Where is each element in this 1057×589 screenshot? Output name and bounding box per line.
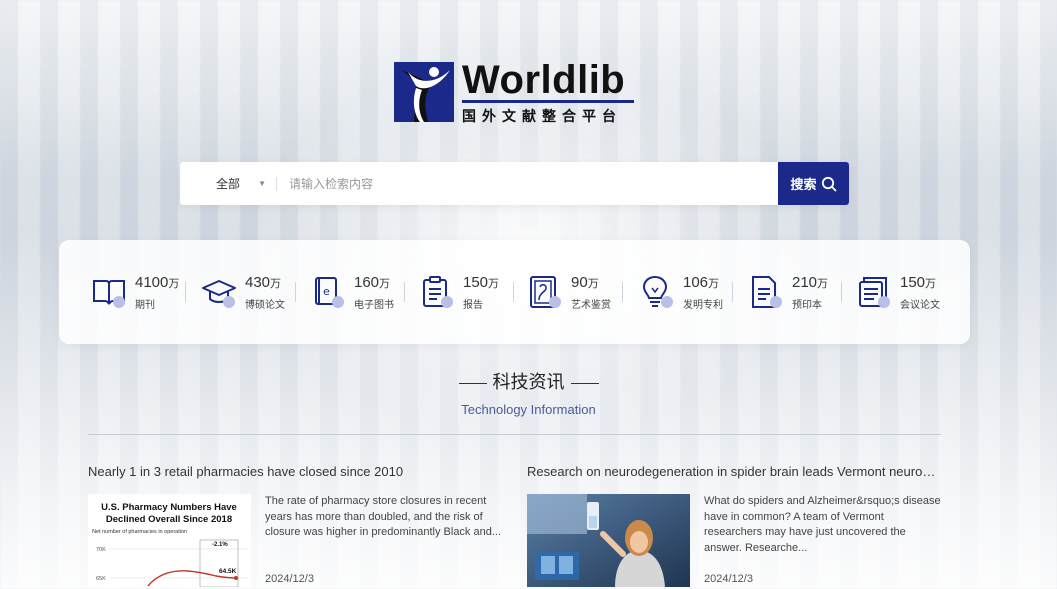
brand-subtitle: 国外文献整合平台 — [462, 108, 622, 124]
search-scope-value: 全部 — [216, 177, 241, 191]
news-thumbnail-lab-photo[interactable] — [527, 494, 690, 587]
svg-text:-2.1%: -2.1% — [212, 542, 228, 548]
news-summary: What do spiders and Alzheimer&rsquo;s di… — [704, 495, 941, 554]
stat-number: 150万 — [463, 273, 500, 291]
stat-number: 430万 — [245, 273, 282, 291]
stat-number: 160万 — [354, 273, 391, 291]
stat-number: 90万 — [571, 273, 599, 291]
stat-number: 150万 — [900, 273, 937, 291]
search-button-label: 搜索 — [790, 177, 817, 192]
worldlib-logo[interactable]: Worldlib 国外文献整合平台 — [394, 58, 639, 124]
svg-text:65K: 65K — [96, 576, 106, 582]
svg-text:U.S. Pharmacy Numbers Have: U.S. Pharmacy Numbers Have — [101, 502, 237, 513]
search-button[interactable]: 搜索 — [778, 162, 849, 205]
news-item[interactable]: Research on neurodegeneration in spider … — [527, 464, 941, 589]
stat-separator — [841, 282, 842, 302]
caret-down-icon: ▼ — [258, 179, 266, 188]
svg-text:64.5K: 64.5K — [219, 568, 237, 575]
stat-periodical[interactable]: 4100万 期刊 — [91, 270, 179, 314]
section-subtitle: Technology Information — [461, 402, 596, 417]
section-title: 科技资讯 — [0, 368, 1057, 394]
svg-text:Declined Overall Since 2018: Declined Overall Since 2018 — [106, 514, 232, 525]
stat-label: 预印本 — [792, 299, 822, 311]
brand-name: Worldlib — [462, 58, 626, 102]
stat-label: 博硕论文 — [245, 299, 285, 311]
news-summary: The rate of pharmacy store closures in r… — [265, 495, 502, 538]
news-headline[interactable]: Nearly 1 in 3 retail pharmacies have clo… — [88, 464, 502, 479]
search-icon — [821, 176, 836, 191]
stat-report[interactable]: 150万 报告 — [419, 270, 499, 314]
news-item[interactable]: Nearly 1 in 3 retail pharmacies have clo… — [88, 464, 502, 589]
stat-preprint[interactable]: 210万 预印本 — [748, 270, 828, 314]
stat-label: 电子图书 — [354, 299, 394, 311]
resource-stats-card: 4100万 期刊 430万 博硕论文 e 160万 电子图书 150万 报告 9… — [59, 240, 970, 344]
stat-number: 106万 — [683, 273, 720, 291]
stat-separator — [513, 282, 514, 302]
stat-number: 210万 — [792, 273, 829, 291]
stat-label: 会议论文 — [900, 299, 940, 311]
svg-text:e: e — [323, 285, 330, 298]
section-divider — [88, 434, 941, 435]
search-scope-select[interactable]: 全部 ▼ — [180, 162, 276, 205]
stat-label: 艺术鉴赏 — [571, 299, 611, 311]
stat-art[interactable]: 90万 艺术鉴赏 — [527, 270, 611, 314]
svg-text:70K: 70K — [96, 547, 106, 553]
stat-separator — [622, 282, 623, 302]
logo-emblem-icon — [394, 62, 454, 122]
stat-thesis[interactable]: 430万 博硕论文 — [201, 270, 285, 314]
stat-number: 4100万 — [135, 273, 180, 291]
news-date: 2024/12/3 — [704, 573, 753, 585]
stat-separator — [295, 282, 296, 302]
stat-ebook[interactable]: e 160万 电子图书 — [310, 270, 394, 314]
stat-patent[interactable]: 106万 发明专利 — [639, 270, 723, 314]
stat-separator — [185, 282, 186, 302]
stat-label: 报告 — [463, 299, 483, 311]
stat-label: 期刊 — [135, 299, 155, 311]
news-thumbnail-pharmacy-chart[interactable]: U.S. Pharmacy Numbers Have Declined Over… — [88, 494, 251, 587]
stat-conference[interactable]: 150万 会议论文 — [856, 270, 940, 314]
stat-separator — [404, 282, 405, 302]
stat-separator — [732, 282, 733, 302]
news-headline[interactable]: Research on neurodegeneration in spider … — [527, 464, 941, 479]
search-bar: 全部 ▼ 搜索 — [180, 162, 849, 205]
logo-underline — [462, 100, 634, 103]
search-input[interactable] — [277, 162, 778, 205]
news-date: 2024/12/3 — [265, 573, 314, 585]
stat-label: 发明专利 — [683, 299, 723, 311]
svg-text:Net number of pharmacies in op: Net number of pharmacies in operation — [92, 529, 187, 535]
